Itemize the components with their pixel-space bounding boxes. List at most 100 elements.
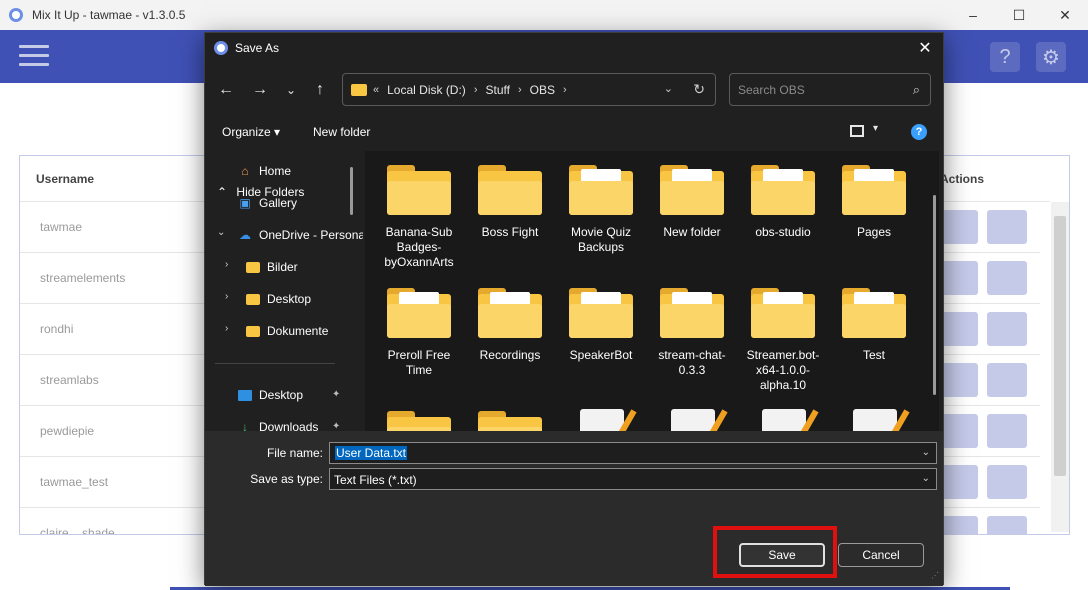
save-type-select[interactable]: Text Files (*.txt) ⌄ bbox=[329, 468, 937, 490]
dialog-titlebar: Save As ✕ bbox=[205, 33, 943, 63]
nav-item-bilder[interactable]: Bilder bbox=[245, 255, 298, 279]
chevron-right-icon: › bbox=[562, 83, 567, 96]
nav-divider bbox=[215, 363, 335, 364]
edit-icon[interactable] bbox=[938, 261, 978, 295]
edit-icon[interactable] bbox=[938, 414, 978, 448]
nav-scrollbar[interactable] bbox=[350, 167, 353, 215]
folder-label: Boss Fight bbox=[481, 225, 539, 239]
delete-icon[interactable] bbox=[987, 312, 1027, 346]
delete-icon[interactable] bbox=[987, 210, 1027, 244]
folder-item[interactable]: Test bbox=[832, 288, 916, 363]
chevron-down-icon[interactable]: ⌄ bbox=[922, 447, 930, 458]
nav-item-desktop[interactable]: Desktop bbox=[237, 383, 303, 407]
table-scrollbar[interactable] bbox=[1051, 202, 1069, 532]
chevron-down-icon[interactable]: ⌄ bbox=[664, 82, 673, 95]
delete-icon[interactable] bbox=[987, 516, 1027, 534]
nav-item-dokumente[interactable]: Dokumente bbox=[245, 319, 328, 343]
chevron-right-icon[interactable]: › bbox=[225, 259, 228, 270]
hide-folders-button[interactable]: ⌃ Hide Folders bbox=[217, 185, 304, 199]
folder-item[interactable]: Pages bbox=[832, 165, 916, 240]
text-file-icon[interactable] bbox=[580, 409, 637, 433]
search-placeholder: Search OBS bbox=[738, 83, 805, 97]
text-file-icon[interactable] bbox=[671, 409, 728, 433]
folder-item[interactable]: Recordings bbox=[468, 288, 552, 363]
edit-icon[interactable] bbox=[938, 465, 978, 499]
edit-icon[interactable] bbox=[938, 516, 978, 534]
save-button-highlight bbox=[713, 526, 837, 578]
folder-label: Pages bbox=[856, 225, 892, 239]
minimize-button[interactable]: – bbox=[950, 0, 996, 30]
text-file-icon[interactable] bbox=[762, 409, 819, 433]
view-options-icon[interactable] bbox=[850, 125, 864, 137]
help-icon[interactable]: ? bbox=[990, 42, 1020, 72]
edit-icon[interactable] bbox=[938, 363, 978, 397]
folder-item[interactable]: Preroll Free Time bbox=[377, 288, 461, 378]
nav-item-label: Desktop bbox=[259, 388, 304, 402]
folder-item[interactable]: Movie Quiz Backups bbox=[559, 165, 643, 255]
folder-item[interactable]: Boss Fight bbox=[468, 165, 552, 240]
delete-icon[interactable] bbox=[987, 261, 1027, 295]
folder-icon bbox=[478, 288, 542, 338]
hide-folders-label: Hide Folders bbox=[236, 185, 305, 199]
app-title: Mix It Up - tawmae - v1.3.0.5 bbox=[32, 8, 186, 22]
nav-item-label: Bilder bbox=[267, 260, 298, 274]
nav-item-home[interactable]: ⌂ Home bbox=[237, 159, 291, 183]
actions-column-header: Actions bbox=[940, 172, 985, 186]
breadcrumb-local-disk[interactable]: Local Disk (D:) bbox=[387, 83, 466, 97]
file-name-input[interactable]: User Data.txt ⌄ bbox=[329, 442, 937, 464]
nav-item-desktop-onedrive[interactable]: Desktop bbox=[245, 287, 311, 311]
delete-icon[interactable] bbox=[987, 363, 1027, 397]
folder-item[interactable] bbox=[377, 411, 461, 433]
close-button[interactable]: ✕ bbox=[1042, 0, 1088, 30]
new-folder-button[interactable]: New folder bbox=[313, 125, 370, 139]
chevron-right-icon[interactable]: › bbox=[225, 323, 228, 334]
dialog-close-button[interactable]: ✕ bbox=[913, 37, 937, 59]
folder-icon bbox=[245, 259, 261, 275]
back-button[interactable]: ← bbox=[214, 79, 238, 101]
chevron-down-icon[interactable]: ⌄ bbox=[217, 227, 225, 238]
up-button[interactable]: ↑ bbox=[308, 79, 332, 101]
chevron-right-icon: › bbox=[517, 83, 522, 96]
address-overflow[interactable]: « bbox=[373, 84, 379, 96]
settings-icon[interactable]: ⚙ bbox=[1036, 42, 1066, 72]
folder-item[interactable] bbox=[468, 411, 552, 433]
folder-item[interactable]: SpeakerBot bbox=[559, 288, 643, 363]
folder-icon bbox=[751, 165, 815, 215]
delete-icon[interactable] bbox=[987, 414, 1027, 448]
folder-label: stream-chat-0.3.3 bbox=[658, 348, 726, 377]
chevron-down-icon[interactable]: ⌄ bbox=[922, 473, 930, 484]
folder-icon bbox=[245, 291, 261, 307]
organize-menu[interactable]: Organize ▾ bbox=[222, 125, 280, 139]
search-input[interactable]: Search OBS ⌕ bbox=[729, 73, 931, 106]
folder-item[interactable]: stream-chat-0.3.3 bbox=[650, 288, 734, 378]
edit-icon[interactable] bbox=[938, 210, 978, 244]
username-column-header: Username bbox=[36, 172, 95, 186]
folder-item[interactable]: New folder bbox=[650, 165, 734, 240]
address-bar[interactable]: « Local Disk (D:) › Stuff › OBS › ⌄ ↻ bbox=[342, 73, 716, 106]
folder-item[interactable]: obs-studio bbox=[741, 165, 825, 240]
search-icon: ⌕ bbox=[912, 82, 920, 97]
nav-item-onedrive[interactable]: ☁ OneDrive - Personal bbox=[237, 223, 363, 247]
folder-icon bbox=[387, 288, 451, 338]
folder-item[interactable]: Streamer.bot-x64-1.0.0-alpha.10 bbox=[741, 288, 825, 393]
file-name-value: User Data.txt bbox=[335, 446, 408, 460]
folder-item[interactable]: Banana-Sub Badges-byOxannArts bbox=[377, 165, 461, 270]
recent-locations-button[interactable]: ⌄ bbox=[279, 79, 303, 101]
resize-grip-icon[interactable]: ⋰ bbox=[931, 571, 939, 580]
text-file-icon[interactable] bbox=[853, 409, 910, 433]
breadcrumb-stuff[interactable]: Stuff bbox=[485, 83, 509, 97]
breadcrumb-obs[interactable]: OBS bbox=[530, 83, 555, 97]
menu-icon[interactable] bbox=[19, 45, 49, 67]
delete-icon[interactable] bbox=[987, 465, 1027, 499]
help-icon[interactable]: ? bbox=[911, 124, 927, 140]
view-dropdown-icon[interactable]: ▾ bbox=[873, 123, 878, 134]
content-scrollbar[interactable] bbox=[933, 195, 936, 395]
forward-button[interactable]: → bbox=[248, 79, 272, 101]
chevron-right-icon[interactable]: › bbox=[225, 291, 228, 302]
cancel-button[interactable]: Cancel bbox=[838, 543, 924, 567]
maximize-button[interactable]: ☐ bbox=[996, 0, 1042, 30]
folder-icon bbox=[569, 165, 633, 215]
refresh-icon[interactable]: ↻ bbox=[693, 81, 705, 98]
edit-icon[interactable] bbox=[938, 312, 978, 346]
folder-label: Movie Quiz Backups bbox=[570, 225, 632, 254]
